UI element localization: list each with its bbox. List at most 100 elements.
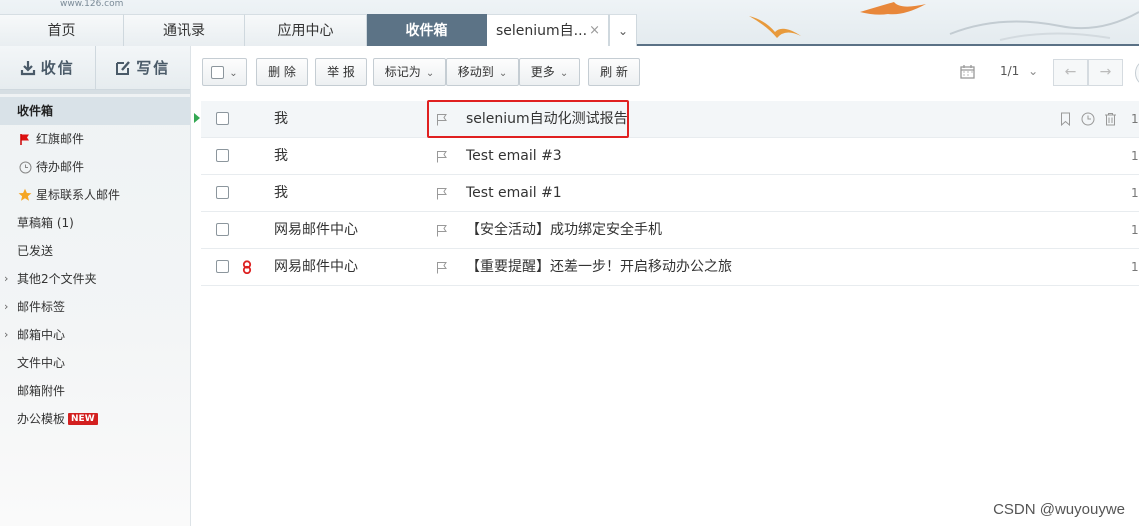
tabs-more-dropdown[interactable]: ⌄: [609, 14, 637, 46]
chevron-right-icon[interactable]: ›: [4, 265, 8, 293]
mail-row-checkbox[interactable]: [216, 186, 229, 199]
select-all-checkbox[interactable]: [211, 66, 225, 79]
mail-row-checkbox[interactable]: [216, 260, 229, 273]
tab-home[interactable]: 首页: [0, 14, 124, 46]
receive-mail-label: 收信: [40, 59, 75, 77]
mail-row-checkbox[interactable]: [216, 149, 229, 162]
mail-subject[interactable]: Test email #1: [466, 175, 562, 212]
chevron-right-icon[interactable]: ›: [4, 321, 8, 349]
sidebar-item-mail-attachments[interactable]: 邮箱附件: [0, 377, 190, 405]
mail-row[interactable]: 网易邮件中心 【安全活动】成功绑定安全手机 1: [201, 212, 1139, 249]
sidebar-actions: 收信 写信: [0, 46, 190, 90]
mail-subject[interactable]: 【安全活动】成功绑定安全手机: [466, 212, 662, 249]
chevron-right-icon[interactable]: ›: [4, 293, 8, 321]
mail-toolbar: ⌄ 删 除 举 报 标记为 ⌄ 移动到 ⌄ 更多 ⌄ 刷 新 1/1 ⌄ ← →: [191, 46, 1139, 97]
sidebar-item-label: 已发送: [17, 244, 54, 258]
clock-icon[interactable]: [1081, 112, 1095, 126]
move-to-dropdown[interactable]: 移动到 ⌄: [446, 58, 519, 86]
mail-row[interactable]: 我 Test email #1 1: [201, 175, 1139, 212]
tab-app-center[interactable]: 应用中心: [245, 14, 367, 46]
mail-subject[interactable]: selenium自动化测试报告: [466, 101, 628, 138]
sidebar-item-file-center[interactable]: 文件中心: [0, 349, 190, 377]
mail-subject[interactable]: 【重要提醒】还差一步！开启移动办公之旅: [466, 249, 732, 286]
sidebar-item-red-flag[interactable]: 红旗邮件: [0, 125, 190, 153]
flag-icon[interactable]: [436, 113, 448, 126]
sidebar-item-mailbox-center[interactable]: › 邮箱中心: [0, 321, 190, 349]
sidebar-item-label: 邮箱附件: [17, 384, 66, 398]
mail-sender: 网易邮件中心: [274, 259, 358, 275]
sidebar: 收信 写信 收件箱 红旗邮件 待办邮件 星标联系人邮件 草稿箱 (1) 已发送 …: [0, 46, 191, 526]
mail-date: 1: [1131, 260, 1139, 274]
flag-icon[interactable]: [436, 261, 448, 274]
trash-icon[interactable]: [1104, 112, 1117, 126]
sidebar-item-starred-contacts[interactable]: 星标联系人邮件: [0, 181, 190, 209]
sidebar-item-inbox[interactable]: 收件箱: [0, 97, 190, 125]
decorative-bird-illustration: [860, 2, 926, 15]
more-label: 更多: [530, 65, 555, 79]
select-all-dropdown[interactable]: ⌄: [202, 58, 247, 86]
close-icon[interactable]: ×: [589, 15, 600, 47]
sidebar-item-label: 星标联系人邮件: [36, 188, 121, 202]
sidebar-item-office-templates[interactable]: 办公模板 NEW: [0, 405, 190, 433]
sidebar-item-drafts[interactable]: 草稿箱 (1): [0, 209, 190, 237]
mail-sender: 网易邮件中心: [274, 222, 358, 238]
folder-list: 收件箱 红旗邮件 待办邮件 星标联系人邮件 草稿箱 (1) 已发送 › 其他2个…: [0, 94, 190, 433]
watermark-text: CSDN @wuyouywe: [993, 501, 1125, 518]
mail-list: 我 selenium自动化测试报告 1 我 Test email #3 1 我 …: [191, 97, 1139, 286]
sidebar-item-label: 办公模板: [17, 412, 66, 426]
mail-date: 1: [1131, 112, 1139, 126]
chevron-down-icon: ⌄: [229, 68, 238, 79]
mail-row-checkbox[interactable]: [216, 112, 229, 125]
mail-row[interactable]: 网易邮件中心 【重要提醒】还差一步！开启移动办公之旅 1: [201, 249, 1139, 286]
delete-button[interactable]: 删 除: [256, 58, 308, 86]
tab-contacts[interactable]: 通讯录: [124, 14, 245, 46]
page-indicator[interactable]: 1/1 ⌄: [1000, 64, 1038, 78]
report-button[interactable]: 举 报: [315, 58, 367, 86]
chevron-down-icon: ⌄: [1028, 64, 1039, 78]
download-icon: [20, 60, 35, 75]
compose-mail-button[interactable]: 写信: [94, 46, 191, 89]
sidebar-item-label: 收件箱: [17, 104, 54, 118]
new-badge: NEW: [68, 413, 98, 425]
next-page-button[interactable]: →: [1088, 59, 1123, 86]
main-tabs: 首页 通讯录 应用中心 收件箱 selenium自... × ⌄: [0, 14, 637, 46]
calendar-icon[interactable]: [960, 64, 975, 79]
sidebar-item-mail-tags[interactable]: › 邮件标签: [0, 293, 190, 321]
flag-icon[interactable]: [436, 187, 448, 200]
arrow-left-icon: ←: [1064, 64, 1077, 80]
mail-row-checkbox[interactable]: [216, 223, 229, 236]
chevron-down-icon: ⌄: [498, 68, 508, 79]
mail-date: 1: [1131, 223, 1139, 237]
sidebar-item-other-folders[interactable]: › 其他2个文件夹: [0, 265, 190, 293]
mail-sender: 我: [274, 111, 288, 127]
mail-sender: 我: [274, 185, 288, 201]
edit-icon: [116, 60, 131, 75]
bookmark-icon[interactable]: [1059, 112, 1072, 126]
sidebar-item-label: 其他2个文件夹: [17, 272, 97, 286]
current-row-marker-icon: [194, 113, 200, 123]
mail-row[interactable]: 我 selenium自动化测试报告 1: [194, 101, 1139, 138]
red-subscription-icon: [242, 260, 252, 274]
mail-row[interactable]: 我 Test email #3 1: [201, 138, 1139, 175]
settings-round-button[interactable]: [1135, 59, 1139, 87]
sidebar-item-label: 文件中心: [17, 356, 66, 370]
mail-date: 1: [1131, 186, 1139, 200]
flag-icon[interactable]: [436, 224, 448, 237]
tab-compose-selenium[interactable]: selenium自... ×: [487, 14, 609, 46]
mail-subject[interactable]: Test email #3: [466, 138, 562, 175]
flag-icon[interactable]: [436, 150, 448, 163]
more-dropdown[interactable]: 更多 ⌄: [519, 58, 580, 86]
refresh-button[interactable]: 刷 新: [588, 58, 640, 86]
receive-mail-button[interactable]: 收信: [0, 46, 95, 89]
top-navigation-bar: www.126.com 首页 通讯录 应用中心 收件箱 selenium自...…: [0, 0, 1139, 46]
chevron-down-icon: ⌄: [425, 68, 435, 79]
sidebar-item-sent[interactable]: 已发送: [0, 237, 190, 265]
previous-page-button[interactable]: ←: [1053, 59, 1088, 86]
sidebar-item-todo[interactable]: 待办邮件: [0, 153, 190, 181]
star-icon: [18, 188, 32, 202]
tab-inbox[interactable]: 收件箱: [367, 14, 487, 46]
chevron-down-icon: ⌄: [559, 68, 569, 79]
move-to-label: 移动到: [457, 65, 494, 79]
mark-as-dropdown[interactable]: 标记为 ⌄: [373, 58, 446, 86]
decorative-bird-illustration: [749, 16, 801, 38]
